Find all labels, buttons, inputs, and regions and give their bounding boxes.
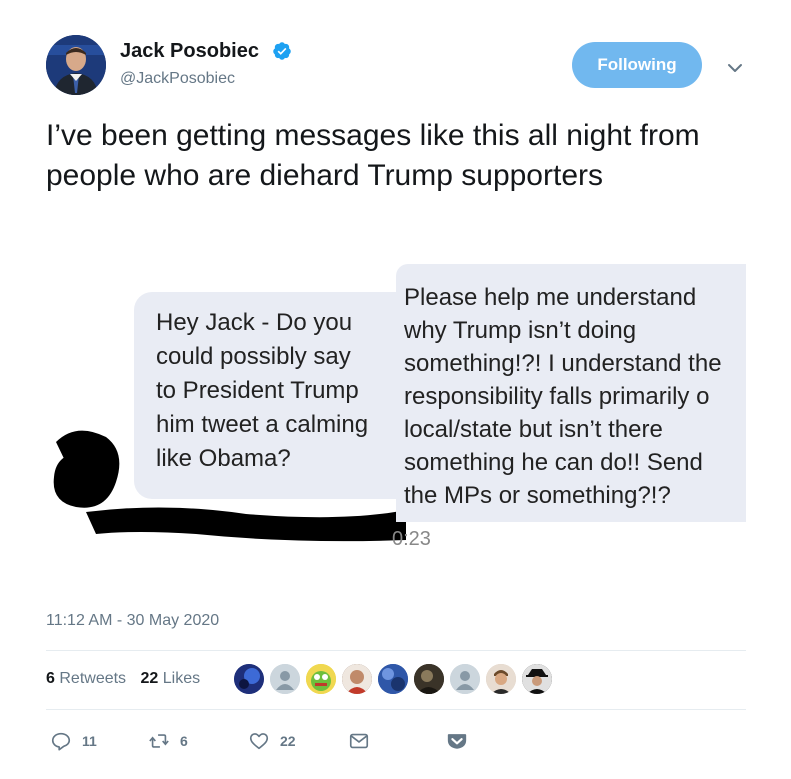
direct-message-button[interactable] — [348, 730, 380, 752]
liker-avatar[interactable] — [234, 664, 264, 694]
pocket-button[interactable] — [446, 730, 478, 752]
engagement-stats: 6 Retweets 22 Likes — [46, 670, 210, 688]
message-bubble-2: Please help me understand why Trump isn’t… — [396, 264, 746, 522]
likes-count: 22 — [140, 670, 159, 687]
liker-avatar[interactable] — [342, 664, 372, 694]
retweet-count: 6 — [180, 733, 188, 749]
default-avatar-icon — [270, 664, 300, 694]
retweets-stat[interactable]: 6 Retweets — [46, 670, 126, 688]
like-button[interactable]: 22 — [248, 730, 296, 752]
divider — [46, 709, 746, 710]
retweets-count: 6 — [46, 670, 55, 687]
liker-avatar[interactable] — [414, 664, 444, 694]
liker-avatar[interactable] — [522, 664, 552, 694]
following-button[interactable]: Following — [572, 42, 702, 88]
man-photo-icon — [486, 664, 516, 694]
author-avatar[interactable] — [46, 35, 106, 95]
likes-stat[interactable]: 22 Likes — [141, 670, 201, 688]
tweet-image[interactable]: Hey Jack - Do you could possibly say to Pr… — [46, 262, 746, 562]
retweet-icon — [149, 734, 169, 748]
like-count: 22 — [280, 733, 296, 749]
message-2-line: something!?! I understand the — [404, 350, 722, 377]
divider — [46, 650, 746, 651]
reply-count: 11 — [82, 733, 97, 749]
blue-abstract-icon — [378, 664, 408, 694]
dark-photo-icon — [414, 664, 444, 694]
author-handle[interactable]: @JackPosobiec — [120, 70, 235, 88]
retweet-button[interactable]: 6 — [148, 730, 188, 752]
liker-avatar[interactable] — [270, 664, 300, 694]
retweets-label: Retweets — [59, 670, 127, 687]
envelope-icon — [349, 733, 369, 749]
message-2-line: something he can do!! Send — [404, 449, 703, 476]
author-name[interactable]: Jack Posobiec — [120, 40, 259, 63]
cartoon-frog-icon — [306, 664, 336, 694]
liker-avatar[interactable] — [450, 664, 480, 694]
message-2-text: Please help me understand why Trump isn’t… — [404, 281, 722, 512]
verified-badge-icon — [273, 42, 291, 60]
heart-icon — [249, 733, 269, 750]
likes-label: Likes — [162, 670, 201, 687]
message-2-line: Please help me understand — [404, 284, 697, 311]
message-2-line: responsibility falls primarily o — [404, 383, 710, 410]
default-avatar-icon — [450, 664, 480, 694]
pocket-icon — [447, 734, 467, 749]
redaction-scribble — [53, 430, 406, 542]
tweet-text: I’ve been getting messages like this all… — [46, 119, 700, 192]
message-2-line: local/state but isn’t there — [404, 416, 663, 443]
message-2-line: the MPs or something?!? — [404, 482, 671, 509]
message-2-line: why Trump isn’t doing — [404, 317, 637, 344]
hat-man-icon — [522, 664, 552, 694]
liker-avatar[interactable] — [486, 664, 516, 694]
liker-avatar[interactable] — [378, 664, 408, 694]
profile-photo-icon — [46, 35, 106, 95]
space-photo-icon — [234, 664, 264, 694]
message-time: 0:23 — [392, 528, 431, 550]
reply-icon — [51, 732, 71, 751]
liker-avatar[interactable] — [306, 664, 336, 694]
chevron-down-icon[interactable] — [725, 58, 745, 78]
tweet-timestamp[interactable]: 11:12 AM - 30 May 2020 — [46, 612, 219, 630]
man-photo-icon — [342, 664, 372, 694]
reply-button[interactable]: 11 — [50, 730, 97, 752]
